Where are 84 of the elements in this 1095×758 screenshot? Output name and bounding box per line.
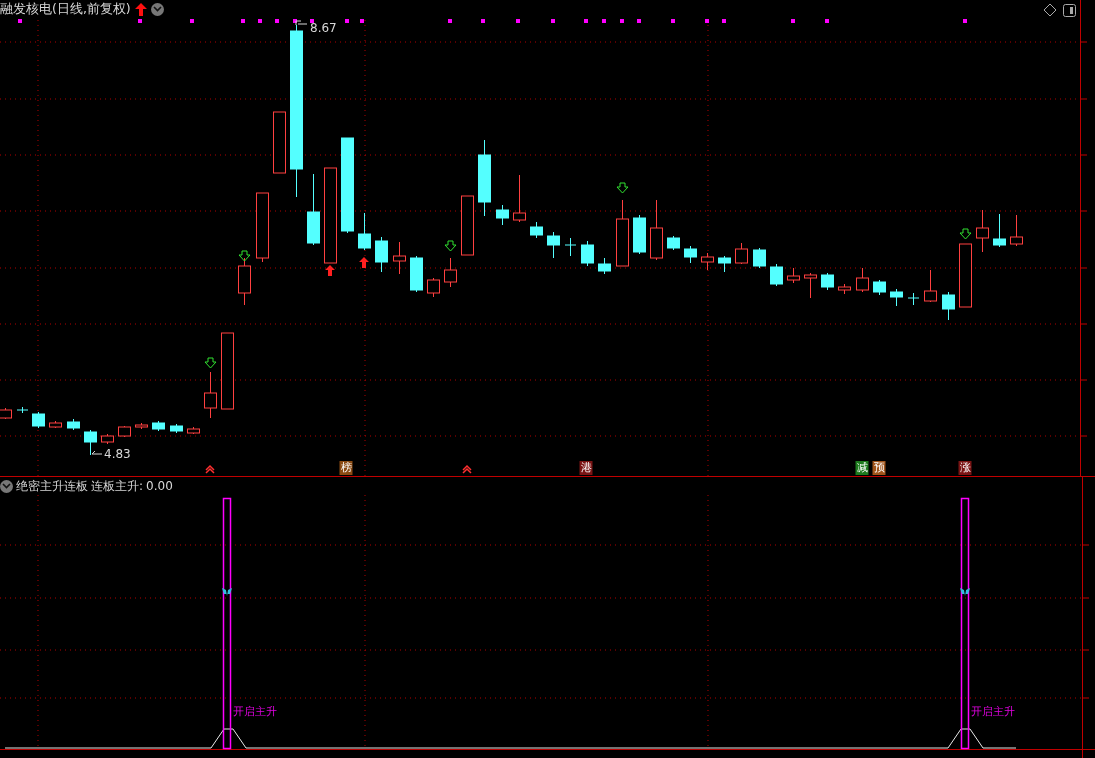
candlestick — [890, 288, 903, 307]
candlestick — [924, 269, 937, 303]
high-price-label: 8.67 — [310, 21, 337, 35]
candlestick — [856, 267, 869, 293]
arrow-down-icon — [959, 228, 972, 240]
diamond-icon[interactable] — [1043, 3, 1057, 17]
candlestick — [170, 423, 183, 434]
candlestick — [907, 292, 920, 306]
candlestick — [530, 221, 543, 239]
arrow-up-icon — [134, 2, 147, 16]
candlestick — [838, 283, 851, 295]
candlestick — [187, 426, 200, 435]
event-tag: 预 — [872, 461, 886, 475]
candlestick — [101, 433, 114, 445]
candlestick — [444, 257, 457, 288]
candlestick — [976, 209, 989, 253]
candlestick — [821, 272, 834, 291]
candlestick — [701, 252, 714, 271]
candlestick — [118, 425, 131, 438]
candlestick — [667, 235, 680, 251]
candlestick — [204, 371, 217, 419]
double-chevron-icon — [462, 464, 472, 474]
low-price-label: 4.83 — [104, 447, 131, 461]
chart-title: 融发核电(日线,前复权) — [0, 1, 131, 17]
arrow-up-icon — [359, 257, 369, 268]
candlestick — [1010, 214, 1023, 247]
event-tag: 港 — [579, 461, 593, 475]
candlestick — [873, 279, 886, 296]
candlestick — [753, 247, 766, 269]
event-tag: 榜 — [339, 461, 353, 475]
candlestick — [735, 242, 748, 265]
candlestick — [581, 240, 594, 267]
candlestick — [959, 243, 972, 308]
candlestick — [993, 213, 1006, 248]
candlestick — [616, 199, 629, 267]
candlestick — [410, 255, 423, 293]
bird-icon — [222, 588, 232, 596]
signal-label: 开启主升 — [971, 705, 1015, 718]
candlestick — [718, 255, 731, 273]
candlestick — [564, 237, 577, 257]
candlestick — [256, 192, 269, 263]
indicator-reading-label: 连板主升: — [91, 478, 144, 494]
arrow-down-icon — [616, 182, 629, 194]
candlestick — [84, 429, 97, 456]
indicator-name: 绝密主升连板 — [16, 478, 88, 494]
candlestick — [787, 267, 800, 284]
candlestick — [273, 111, 286, 174]
candlestick — [49, 420, 62, 429]
candlestick — [770, 263, 783, 287]
panel-toggle-icon[interactable] — [1063, 4, 1076, 17]
candlestick — [650, 199, 663, 261]
candlestick — [67, 418, 80, 431]
candlestick — [16, 406, 29, 414]
candlestick — [135, 422, 148, 430]
high-leader-line — [295, 20, 308, 26]
candlestick — [427, 277, 440, 298]
candlestick — [238, 257, 251, 306]
candlestick — [942, 291, 955, 321]
arrow-up-icon — [325, 265, 335, 276]
candlestick — [152, 420, 165, 432]
event-tag: 减 — [855, 461, 869, 475]
candlestick — [684, 245, 697, 264]
bird-icon — [960, 588, 970, 596]
signal-label: 开启主升 — [233, 705, 277, 718]
dropdown-button[interactable] — [150, 2, 164, 16]
candlestick — [513, 174, 526, 223]
candlestick — [358, 212, 371, 251]
event-tag: 涨 — [958, 461, 972, 475]
arrow-down-icon — [238, 250, 251, 262]
candlestick — [804, 272, 817, 299]
indicator-reading: 0.00 — [146, 478, 173, 494]
arrow-down-icon — [204, 357, 217, 369]
arrow-down-icon — [444, 240, 457, 252]
candlestick — [547, 231, 560, 259]
candlestick — [598, 257, 611, 275]
candlestick — [461, 195, 474, 256]
double-chevron-icon — [205, 464, 215, 474]
low-leader-line — [91, 450, 103, 455]
candlestick — [32, 411, 45, 429]
candlestick — [393, 241, 406, 275]
candlestick — [633, 214, 646, 255]
candlestick — [496, 204, 509, 226]
candlestick — [375, 236, 388, 273]
dropdown-button[interactable] — [0, 479, 13, 493]
